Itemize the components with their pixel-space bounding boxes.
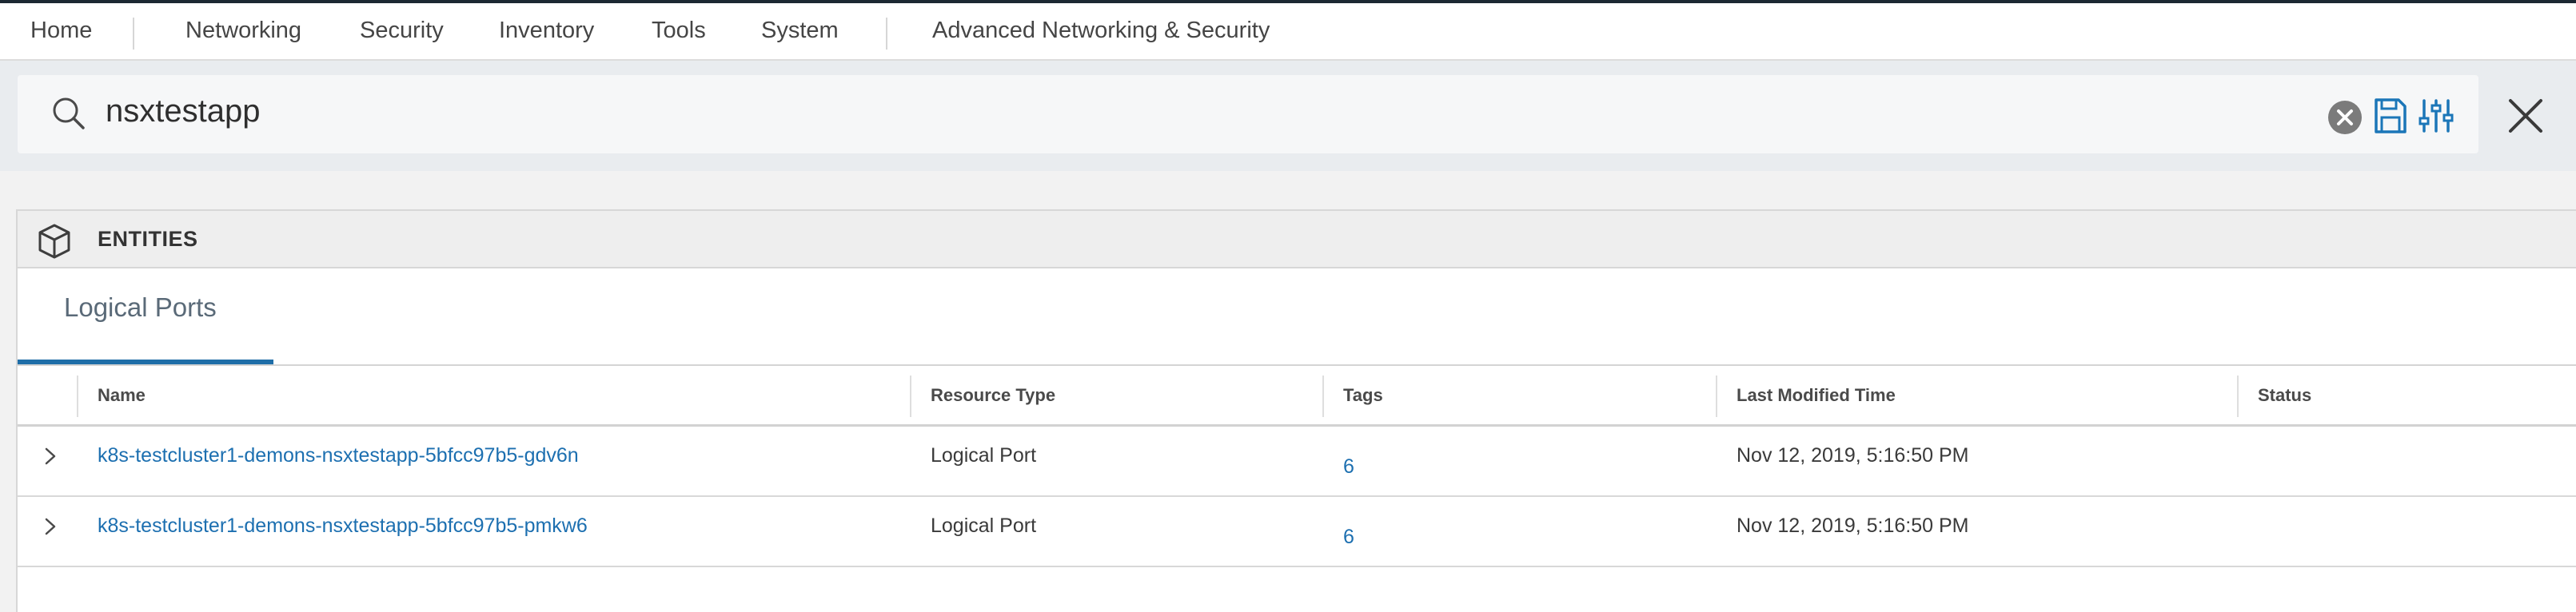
column-separator[interactable] <box>2237 376 2239 417</box>
nav-item-networking[interactable]: Networking <box>185 18 301 44</box>
resource-type-cell: Logical Port <box>931 515 1037 537</box>
tags-count-link[interactable]: 6 <box>1343 526 1354 549</box>
search-bar-area: nsxtestapp <box>0 61 2576 171</box>
column-separator[interactable] <box>1322 376 1324 417</box>
search-icon <box>53 97 85 129</box>
close-icon[interactable] <box>2502 93 2549 139</box>
entities-title: ENTITIES <box>98 227 198 251</box>
save-icon[interactable] <box>2372 96 2409 136</box>
cube-icon <box>38 224 70 259</box>
search-query-text: nsxtestapp <box>106 93 261 129</box>
nav-item-home[interactable]: Home <box>30 18 92 44</box>
last-modified-cell: Nov 12, 2019, 5:16:50 PM <box>1737 515 1969 537</box>
chevron-right-icon[interactable] <box>38 444 62 468</box>
column-separator[interactable] <box>1716 376 1717 417</box>
column-header-status[interactable]: Status <box>2258 385 2311 406</box>
table-header: Name Resource Type Tags Last Modified Ti… <box>18 366 2576 427</box>
nav-separator <box>133 18 134 50</box>
tags-count-link[interactable]: 6 <box>1343 455 1354 479</box>
nav-item-tools[interactable]: Tools <box>652 18 706 44</box>
tab-label: Logical Ports <box>64 292 217 322</box>
filter-settings-icon[interactable] <box>2416 96 2456 136</box>
port-name-link[interactable]: k8s-testcluster1-demons-nsxtestapp-5bfcc… <box>98 515 588 538</box>
last-modified-cell: Nov 12, 2019, 5:16:50 PM <box>1737 444 1969 467</box>
column-header-last-modified[interactable]: Last Modified Time <box>1737 385 1896 406</box>
column-header-tags[interactable]: Tags <box>1343 385 1383 406</box>
nav-item-advanced-networking-security[interactable]: Advanced Networking & Security <box>932 18 1270 44</box>
search-input[interactable]: nsxtestapp <box>18 75 2478 153</box>
nav-item-inventory[interactable]: Inventory <box>499 18 594 44</box>
entities-panel: ENTITIES Logical Ports Name Resource Typ… <box>16 209 2576 612</box>
resource-type-cell: Logical Port <box>931 444 1037 467</box>
table-row: k8s-testcluster1-demons-nsxtestapp-5bfcc… <box>18 427 2576 497</box>
port-name-link[interactable]: k8s-testcluster1-demons-nsxtestapp-5bfcc… <box>98 444 579 467</box>
nav-item-security[interactable]: Security <box>360 18 444 44</box>
chevron-right-icon[interactable] <box>38 515 62 538</box>
column-separator <box>77 376 78 417</box>
clear-search-icon[interactable] <box>2327 99 2363 136</box>
nav-separator <box>886 18 887 50</box>
entities-header: ENTITIES <box>18 211 2576 268</box>
top-nav: Home Networking Security Inventory Tools… <box>0 3 2576 61</box>
nav-item-system[interactable]: System <box>761 18 839 44</box>
column-header-resource-type[interactable]: Resource Type <box>931 385 1055 406</box>
table-row: k8s-testcluster1-demons-nsxtestapp-5bfcc… <box>18 497 2576 567</box>
tab-logical-ports[interactable]: Logical Ports <box>18 268 273 365</box>
column-header-name[interactable]: Name <box>98 385 146 406</box>
column-separator[interactable] <box>910 376 911 417</box>
